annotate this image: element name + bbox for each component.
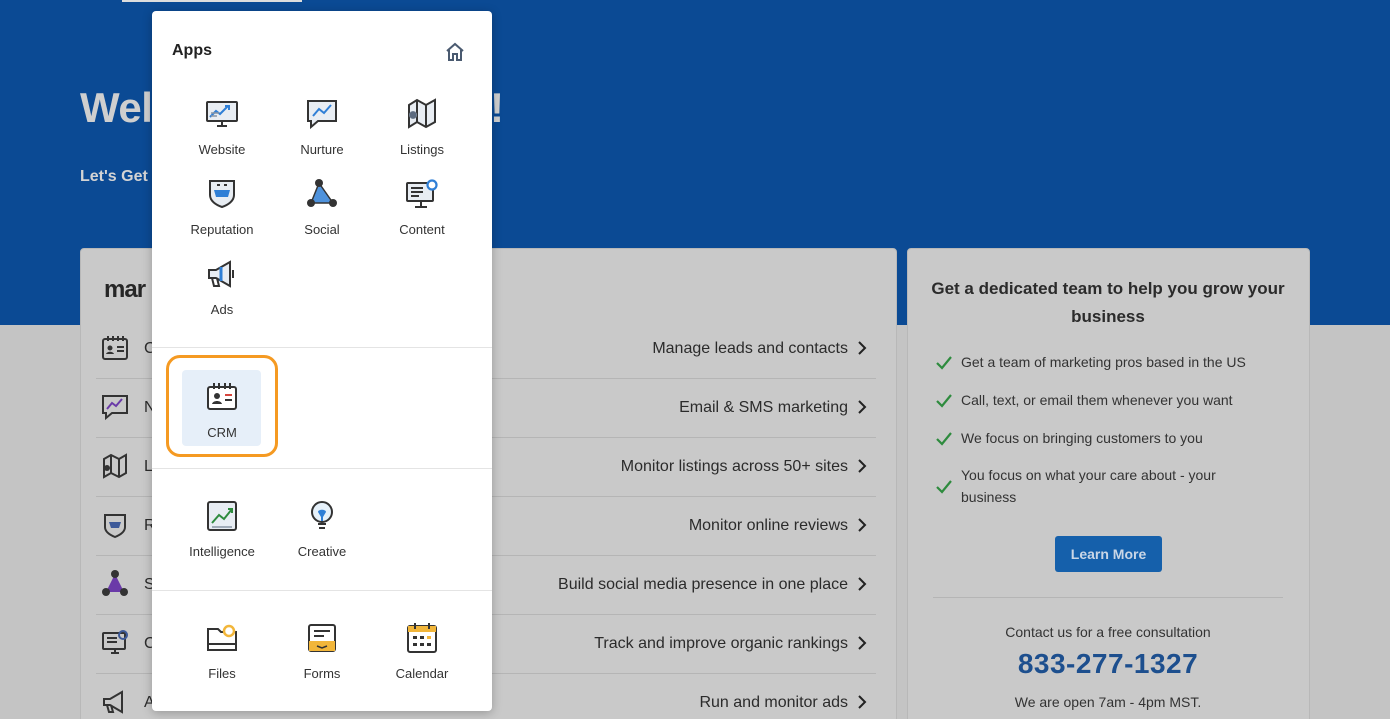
app-label: Calendar <box>395 666 449 681</box>
app-label: Website <box>198 142 246 157</box>
check-icon <box>936 394 952 408</box>
product-row-text: Monitor online reviews <box>688 517 848 534</box>
app-social[interactable]: Social <box>282 177 362 249</box>
apps-menu-title: Apps <box>172 42 212 59</box>
team-bullet: We focus on bringing customers to you <box>935 427 1275 449</box>
app-label: CRM <box>207 425 237 440</box>
hero-title-end: ! <box>490 84 504 131</box>
ads-icon <box>103 690 123 714</box>
phone-number[interactable]: 833-277-1327 <box>930 648 1286 680</box>
product-row-text: Build social media presence in one place <box>558 576 848 593</box>
menu-divider <box>152 347 492 348</box>
app-reputation[interactable]: Reputation <box>182 177 262 249</box>
app-nurture[interactable]: Nurture <box>282 97 362 169</box>
app-label: Reputation <box>190 222 254 237</box>
team-bullet-text: You focus on what your care about - your… <box>961 467 1216 505</box>
office-hours: We are open 7am - 4pm MST. <box>1014 694 1202 710</box>
social-icon <box>102 570 128 596</box>
app-calendar[interactable]: Calendar <box>382 621 462 693</box>
crm-icon <box>102 336 128 360</box>
calendar-icon <box>407 623 437 653</box>
app-files[interactable]: Files <box>182 621 262 693</box>
product-row-text: Monitor listings across 50+ sites <box>620 458 848 475</box>
ads-icon <box>208 260 234 288</box>
files-icon <box>207 624 237 651</box>
app-crm[interactable]: CRM <box>182 380 262 452</box>
content-icon <box>406 179 438 208</box>
reputation-icon <box>104 514 126 539</box>
app-label: Forms <box>303 666 341 681</box>
app-label: Ads <box>210 302 234 317</box>
home-icon[interactable] <box>444 41 466 63</box>
app-forms[interactable]: Forms <box>282 621 362 693</box>
app-label: Files <box>208 666 236 681</box>
product-row-text: Track and improve organic rankings <box>594 635 848 652</box>
contact-text: Contact us for a free consultation <box>1005 624 1211 640</box>
app-label: Content <box>399 222 445 237</box>
app-content[interactable]: Content <box>382 177 462 249</box>
chevron-right-icon <box>858 459 867 473</box>
chevron-right-icon <box>858 695 867 709</box>
apps-menu: Apps Website Nurture Listings Reputation… <box>152 11 492 711</box>
app-ads[interactable]: Ads <box>182 257 262 329</box>
team-card-divider <box>933 597 1283 598</box>
app-label: Social <box>304 222 340 237</box>
nurture-icon <box>102 395 128 421</box>
forms-icon <box>308 624 336 652</box>
product-row-text: Email & SMS marketing <box>679 399 848 416</box>
hero-title: Wel <box>80 84 153 131</box>
app-label: Listings <box>399 142 445 157</box>
check-icon <box>936 480 952 494</box>
brand-logo: mar <box>104 276 146 303</box>
app-website[interactable]: Website <box>182 97 262 169</box>
creative-icon <box>311 501 333 529</box>
menu-divider <box>152 590 492 591</box>
learn-more-button[interactable]: Learn More <box>1055 536 1162 572</box>
app-label: Nurture <box>300 142 344 157</box>
app-label: Intelligence <box>189 544 255 559</box>
website-icon <box>206 101 238 127</box>
team-bullet: Get a team of marketing pros based in th… <box>935 351 1275 373</box>
social-icon <box>307 179 337 207</box>
product-row-text: Run and monitor ads <box>699 694 848 711</box>
chevron-right-icon <box>858 577 867 591</box>
team-bullet-text: Get a team of marketing pros based in th… <box>961 354 1246 370</box>
nurture-icon <box>307 100 337 130</box>
listings-icon <box>408 98 436 129</box>
chevron-right-icon <box>858 400 867 414</box>
chevron-right-icon <box>858 341 867 355</box>
check-icon <box>936 432 952 446</box>
app-creative[interactable]: Creative <box>282 499 362 571</box>
app-label: Creative <box>297 544 347 559</box>
app-intelligence[interactable]: Intelligence <box>182 499 262 571</box>
chevron-right-icon <box>858 518 867 532</box>
app-listings[interactable]: Listings <box>382 97 462 169</box>
check-icon <box>936 356 952 370</box>
team-bullet: Call, text, or email them whenever you w… <box>935 389 1275 411</box>
hero-top-line <box>122 0 302 2</box>
reputation-icon <box>209 180 235 209</box>
hero-subtitle: Let's Get <box>80 168 148 185</box>
content-icon <box>102 630 128 654</box>
product-row-text: Manage leads and contacts <box>652 340 848 357</box>
chevron-right-icon <box>858 636 867 650</box>
menu-divider <box>152 468 492 469</box>
intelligence-icon <box>207 501 237 531</box>
listings-icon <box>103 453 127 479</box>
crm-icon <box>207 383 237 410</box>
team-bullet-text: We focus on bringing customers to you <box>961 430 1203 446</box>
team-bullet: You focus on what your care about - your… <box>935 464 1245 508</box>
team-card-title: Get a dedicated team to help you grow yo… <box>931 279 1285 326</box>
team-bullet-text: Call, text, or email them whenever you w… <box>961 392 1233 408</box>
